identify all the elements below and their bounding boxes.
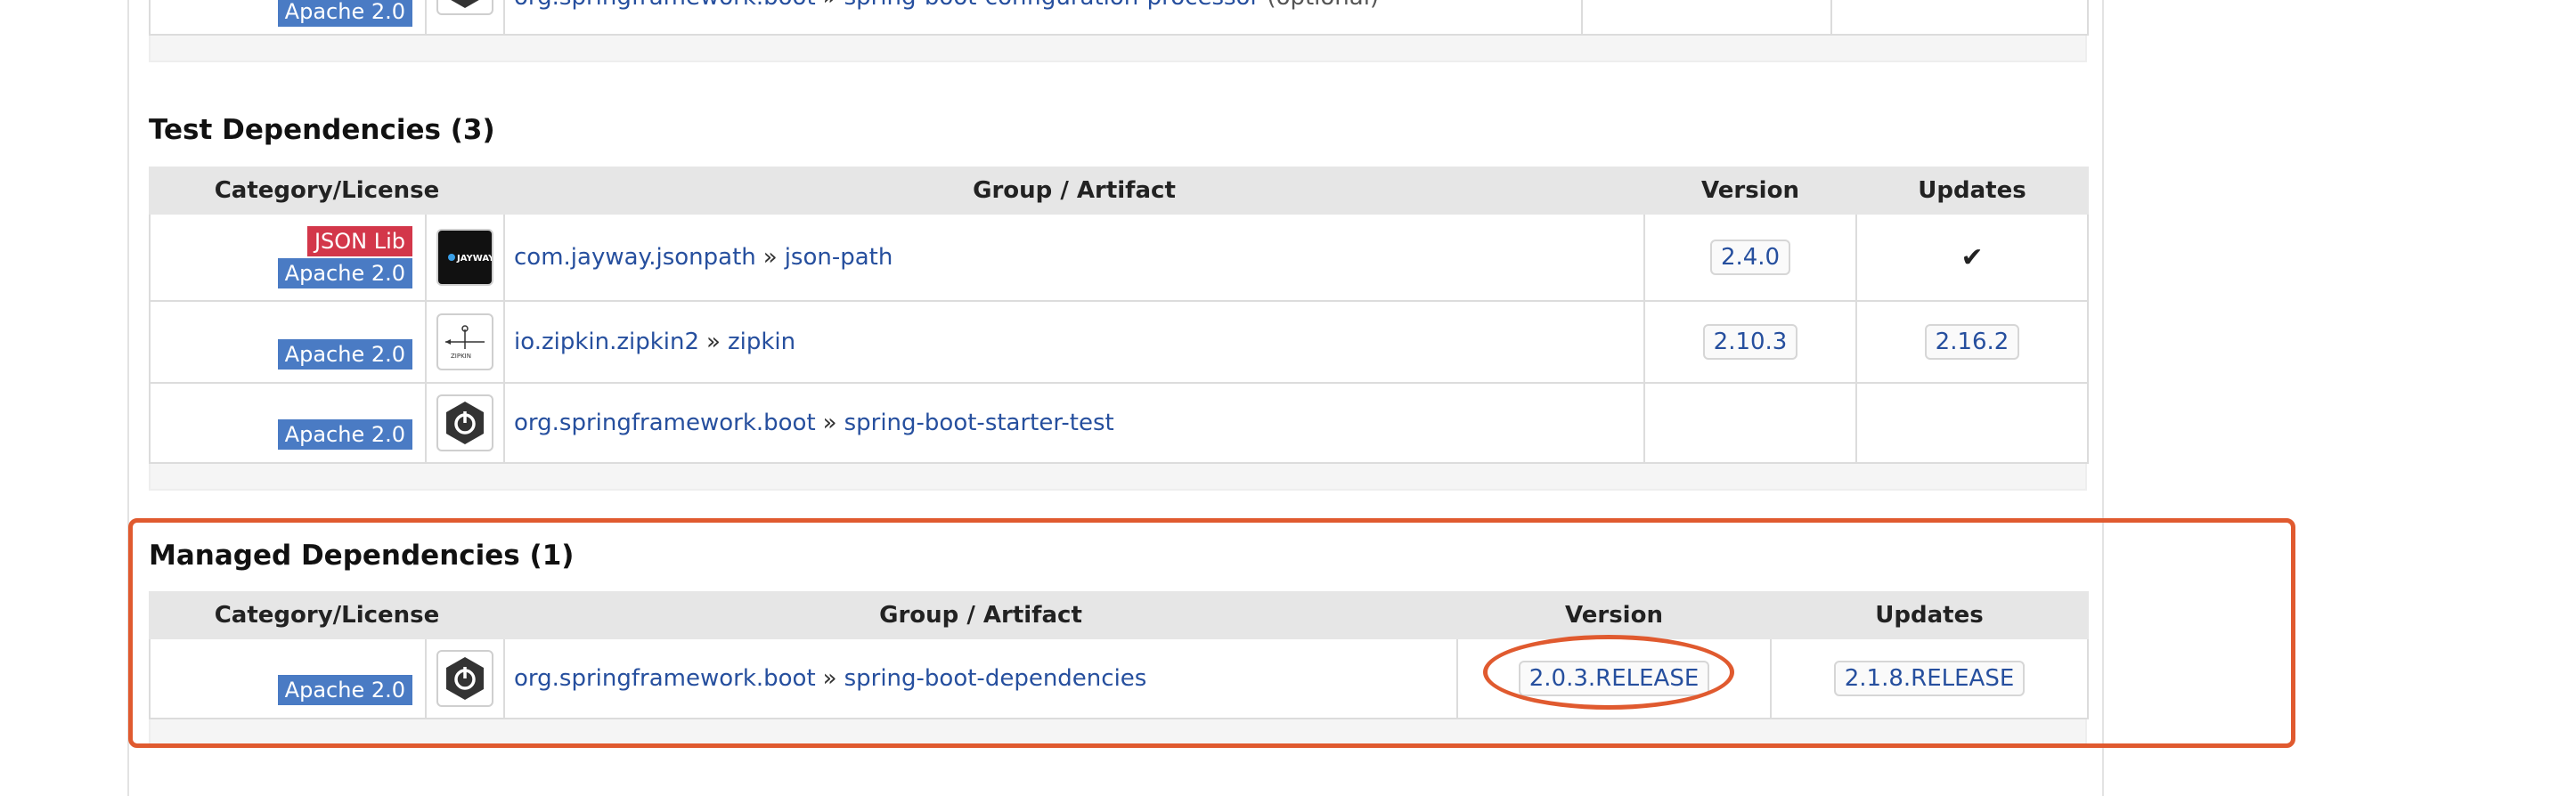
- up-to-date-check-icon: ✔: [1961, 241, 1984, 273]
- update-badge[interactable]: 2.16.2: [1924, 324, 2020, 360]
- group-link[interactable]: com.jayway.jsonpath: [514, 244, 756, 271]
- jayway-logo-icon: JAYWAY: [436, 229, 493, 286]
- category-badge[interactable]: JSON Lib: [306, 226, 412, 256]
- highlight-box-annotation: [128, 518, 2295, 748]
- svg-text:JAYWAY: JAYWAY: [456, 254, 492, 264]
- compile-dependencies-table-partial: Apache 2.0 org.springframework.boot»spri…: [149, 0, 2089, 62]
- artifact-link[interactable]: zipkin: [728, 329, 795, 355]
- spring-power-logo-icon: [436, 0, 493, 15]
- license-badge[interactable]: Apache 2.0: [277, 258, 412, 288]
- artifact-link[interactable]: spring-boot-starter-test: [844, 410, 1114, 436]
- version-badge[interactable]: 2.4.0: [1709, 240, 1791, 275]
- artifact-link[interactable]: spring-boot-configuration-processor: [844, 0, 1260, 11]
- svg-text:ZIPKIN: ZIPKIN: [451, 353, 471, 360]
- header-artifact[interactable]: Group / Artifact: [503, 167, 1646, 215]
- version-badge[interactable]: 2.10.3: [1702, 324, 1798, 360]
- group-link[interactable]: org.springframework.boot: [514, 0, 816, 11]
- group-link[interactable]: org.springframework.boot: [514, 410, 816, 436]
- license-badge[interactable]: Apache 2.0: [277, 419, 412, 450]
- table-row: Apache 2.0 org.springframework.boot»spri…: [149, 382, 2090, 464]
- test-dependencies-table: Category/License Group / Artifact Versio…: [148, 167, 2090, 491]
- table-header: Category/License Group / Artifact Versio…: [148, 167, 2090, 215]
- header-updates[interactable]: Updates: [1855, 167, 2090, 215]
- license-badge[interactable]: Apache 2.0: [277, 339, 412, 370]
- table-row: Apache 2.0 org.springframework.boot»spri…: [149, 0, 2089, 36]
- header-version[interactable]: Version: [1643, 167, 1858, 215]
- table-row: JSON Lib Apache 2.0 JAYWAY com.jayway.js…: [149, 213, 2090, 302]
- artifact-link[interactable]: json-path: [785, 244, 893, 271]
- group-link[interactable]: io.zipkin.zipkin2: [514, 329, 699, 355]
- spring-power-logo-icon: [436, 394, 493, 451]
- header-category[interactable]: Category/License: [148, 167, 506, 215]
- highlight-oval-annotation: [1483, 635, 1734, 710]
- license-badge[interactable]: Apache 2.0: [277, 0, 412, 27]
- zipkin-logo-icon: ZIPKIN: [436, 313, 493, 370]
- table-row: Apache 2.0 ZIPKIN io.zipkin.zipkin2» zipk…: [149, 300, 2090, 384]
- section-title: Test Dependencies (3): [149, 114, 495, 146]
- test-dependencies-section: Test Dependencies (3): [149, 114, 2087, 146]
